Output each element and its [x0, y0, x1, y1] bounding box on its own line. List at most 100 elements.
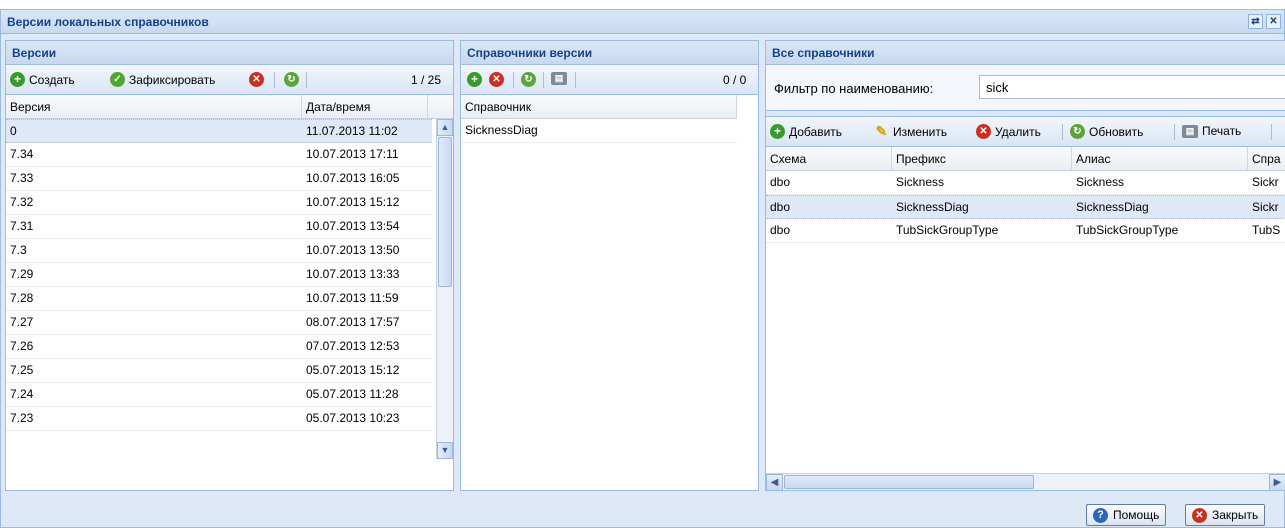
col-dict[interactable]: Спра	[1248, 147, 1285, 171]
datetime-cell: 10.07.2013 16:05	[306, 171, 400, 185]
close-window-icon[interactable]: ✕	[1266, 14, 1281, 29]
scroll-thumb[interactable]	[438, 137, 452, 287]
version-cell: 7.34	[10, 147, 34, 161]
add-dict-to-version-button[interactable]: +	[467, 72, 482, 87]
print-version-dicts-button[interactable]: ▤	[551, 72, 567, 85]
all-dicts-column-header: Схема Префикс Алиас Спра	[766, 147, 1285, 171]
table-row[interactable]: 7.25 05.07.2013 15:12	[6, 359, 432, 383]
help-icon: ?	[1093, 507, 1108, 523]
edit-button[interactable]: ✎ Изменить	[874, 124, 948, 139]
all-dicts-panel: Все справочники Фильтр по наименованию: …	[765, 40, 1285, 491]
datetime-cell: 10.07.2013 13:50	[306, 243, 400, 257]
table-row[interactable]: 7.27 08.07.2013 17:57	[6, 311, 432, 335]
delete-version-button[interactable]: ✕	[249, 72, 264, 87]
datetime-cell: 05.07.2013 11:28	[306, 387, 399, 401]
scroll-left-icon[interactable]: ◀	[766, 474, 783, 490]
filter-input[interactable]	[979, 75, 1285, 99]
schema-cell: dbo	[770, 175, 791, 189]
table-row[interactable]: 7.26 07.07.2013 12:53	[6, 335, 432, 359]
refresh-versions-button[interactable]: ↻	[284, 72, 299, 87]
col-version[interactable]: Версия	[6, 95, 302, 119]
dict-cell: Sickr	[1252, 200, 1279, 214]
all-dicts-rows: dbo Sickness Sickness Sickr dbo SicknessDiag S…	[766, 171, 1285, 243]
restore-icon[interactable]: ⇄	[1248, 14, 1263, 29]
col-schema[interactable]: Схема	[766, 147, 892, 171]
scroll-right-icon[interactable]: ▶	[1269, 474, 1285, 490]
remove-dict-from-version-button[interactable]: ✕	[489, 72, 504, 87]
fix-version-button[interactable]: ✓ Зафиксировать	[110, 72, 215, 87]
printer-icon: ▤	[551, 72, 567, 85]
prefix-cell: TubSickGroupType	[896, 223, 999, 237]
table-row[interactable]: SicknessDiag	[461, 119, 737, 143]
alias-cell: TubSickGroupType	[1076, 223, 1179, 237]
refresh-version-dicts-button[interactable]: ↻	[521, 72, 536, 87]
version-dicts-column-header: Справочник	[461, 95, 737, 119]
table-row[interactable]: 7.23 05.07.2013 10:23	[6, 407, 432, 431]
schema-cell: dbo	[770, 223, 791, 237]
versions-pager: 1 / 25	[411, 73, 442, 87]
scroll-down-icon[interactable]: ▼	[437, 442, 453, 459]
toolbar-separator	[575, 72, 576, 88]
col-datetime[interactable]: Дата/время	[302, 95, 428, 119]
all-dicts-hscroll[interactable]: ◀ ▶	[766, 473, 1285, 490]
delete-label: Удалить	[995, 124, 1041, 139]
version-dicts-title: Справочники версии	[461, 41, 758, 65]
help-label: Помощь	[1113, 508, 1160, 522]
version-cell: 7.32	[10, 195, 34, 209]
datetime-cell: 05.07.2013 15:12	[306, 363, 400, 377]
table-row[interactable]: dbo Sickness Sickness Sickr	[766, 171, 1285, 195]
prefix-cell: Sickness	[896, 175, 945, 189]
create-button[interactable]: + Создать	[10, 72, 75, 87]
all-dicts-title: Все справочники	[766, 41, 1285, 65]
versions-vscroll[interactable]: ▲ ▼	[436, 119, 453, 459]
table-row[interactable]: 0 11.07.2013 11:02	[6, 119, 432, 143]
col-dictionary[interactable]: Справочник	[461, 95, 737, 119]
version-cell: 7.24	[10, 387, 34, 401]
table-row[interactable]: 7.24 05.07.2013 11:28	[6, 383, 432, 407]
table-row[interactable]: dbo TubSickGroupType TubSickGroupType TubS	[766, 219, 1285, 243]
version-cell: 0	[10, 124, 17, 138]
datetime-cell: 10.07.2013 17:11	[306, 147, 399, 161]
table-row[interactable]: dbo SicknessDiag SicknessDiag Sickr	[766, 195, 1285, 219]
toolbar-separator	[306, 72, 307, 88]
table-row[interactable]: 7.32 10.07.2013 15:12	[6, 191, 432, 215]
scroll-up-icon[interactable]: ▲	[437, 119, 453, 136]
versions-grid-body: 0 11.07.2013 11:02 7.34 10.07.2013 17:11 7.3…	[6, 119, 453, 490]
versions-panel-title: Версии	[6, 41, 453, 65]
table-row[interactable]: 7.34 10.07.2013 17:11	[6, 143, 432, 167]
version-cell: 7.26	[10, 339, 34, 353]
add-button[interactable]: + Добавить	[770, 124, 842, 139]
close-icon: ✕	[1192, 507, 1207, 523]
table-row[interactable]: 7.33 10.07.2013 16:05	[6, 167, 432, 191]
datetime-cell: 10.07.2013 13:54	[306, 219, 400, 233]
datetime-cell: 10.07.2013 11:59	[306, 291, 399, 305]
dict-cell: TubS	[1252, 223, 1281, 237]
versions-column-header: Версия Дата/время	[6, 95, 453, 119]
table-row[interactable]: 7.3 10.07.2013 13:50	[6, 239, 432, 263]
col-alias[interactable]: Алиас	[1072, 147, 1248, 171]
toolbar-separator	[513, 72, 514, 88]
table-row[interactable]: 7.31 10.07.2013 13:54	[6, 215, 432, 239]
table-row[interactable]: 7.29 10.07.2013 13:33	[6, 263, 432, 287]
create-label: Создать	[29, 72, 75, 87]
alias-cell: SicknessDiag	[1076, 200, 1149, 214]
refresh-button[interactable]: ↻ Обновить	[1070, 124, 1143, 139]
delete-icon: ✕	[489, 72, 504, 87]
version-cell: 7.29	[10, 267, 34, 281]
close-button[interactable]: ✕ Закрыть	[1185, 504, 1266, 526]
datetime-cell: 10.07.2013 13:33	[306, 267, 400, 281]
delete-button[interactable]: ✕ Удалить	[976, 124, 1041, 139]
version-cell: 7.3	[10, 243, 27, 257]
toolbar-separator	[274, 72, 275, 88]
col-prefix[interactable]: Префикс	[892, 147, 1072, 171]
help-button[interactable]: ? Помощь	[1086, 504, 1167, 526]
prefix-cell: SicknessDiag	[896, 200, 969, 214]
hscroll-thumb[interactable]	[784, 475, 1034, 489]
table-row[interactable]: 7.28 10.07.2013 11:59	[6, 287, 432, 311]
version-cell: 7.28	[10, 291, 34, 305]
print-button[interactable]: ▤ Печать	[1182, 124, 1241, 138]
datetime-cell: 08.07.2013 17:57	[306, 315, 400, 329]
version-dicts-rows: SicknessDiag	[461, 119, 758, 143]
version-dicts-panel: Справочники версии + ✕ ↻ ▤ 0 / 0 Справоч…	[460, 40, 759, 491]
datetime-cell: 05.07.2013 10:23	[306, 411, 400, 425]
